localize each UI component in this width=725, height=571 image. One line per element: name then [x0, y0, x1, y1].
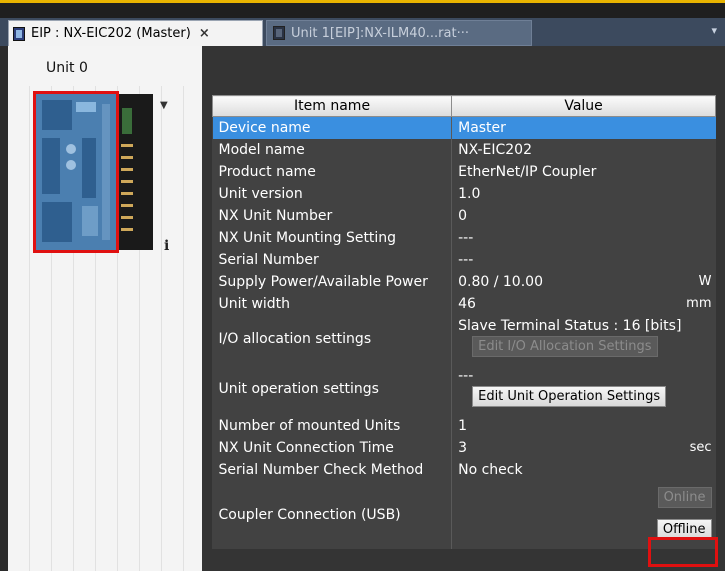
property-name: NX Unit Connection Time	[212, 437, 453, 459]
device-icon	[13, 26, 25, 41]
table-row[interactable]: NX Unit Mounting Setting ---	[212, 227, 716, 249]
property-name: Coupler Connection (USB)	[212, 481, 453, 549]
table-row[interactable]: I/O allocation settings Slave Terminal S…	[212, 315, 716, 363]
table-row[interactable]: Model name NX-EIC202	[212, 139, 716, 161]
info-icon[interactable]: i	[164, 238, 169, 254]
property-name: Serial Number Check Method	[212, 459, 453, 481]
table-row[interactable]: NX Unit Connection Time 3 sec	[212, 437, 716, 459]
table-row[interactable]: Number of mounted Units 1	[212, 415, 716, 437]
editor-tab-bar: EIP : NX-EIC202 (Master) × Unit 1[EIP]:N…	[0, 18, 725, 46]
property-value: ---	[458, 229, 474, 246]
property-name: NX Unit Mounting Setting	[212, 227, 453, 249]
table-row[interactable]: Device name Master	[212, 116, 716, 139]
table-row[interactable]: Supply Power/Available Power 0.80 / 10.0…	[212, 271, 716, 293]
unit-suffix: W	[698, 274, 712, 289]
property-name: Product name	[212, 161, 453, 183]
table-row[interactable]: Coupler Connection (USB) Online Offline	[212, 481, 716, 549]
property-table: Item name Value Device name Master Model…	[211, 95, 716, 549]
property-value: NX-EIC202	[458, 141, 532, 158]
property-value: Slave Terminal Status : 16 [bits] Edit I…	[452, 315, 716, 363]
property-value-text: ---	[458, 368, 474, 384]
tab-overflow-icon[interactable]: ▾	[711, 24, 717, 37]
edit-unit-operation-button[interactable]: Edit Unit Operation Settings	[472, 386, 667, 407]
property-value: 3 sec	[452, 437, 716, 459]
property-name: Unit width	[212, 293, 453, 315]
property-value: ---	[458, 251, 474, 268]
property-value-text: 0.80 / 10.00	[458, 273, 543, 290]
table-row[interactable]: Serial Number Check Method No check	[212, 459, 716, 481]
property-value: 46 mm	[452, 293, 716, 315]
table-row[interactable]: Unit version 1.0	[212, 183, 716, 205]
property-name: Unit operation settings	[212, 363, 453, 415]
property-value: 0	[458, 207, 468, 224]
property-name: Number of mounted Units	[212, 415, 453, 437]
unit-suffix: mm	[686, 296, 712, 311]
property-name: NX Unit Number	[212, 205, 453, 227]
table-row[interactable]: NX Unit Number 0	[212, 205, 716, 227]
property-name: Unit version	[212, 183, 453, 205]
column-header-item-name[interactable]: Item name	[211, 95, 453, 117]
table-row[interactable]: Product name EtherNet/IP Coupler	[212, 161, 716, 183]
close-icon[interactable]: ×	[199, 26, 210, 41]
property-value[interactable]: Master	[451, 116, 716, 139]
column-header-value[interactable]: Value	[451, 95, 716, 117]
property-name: Model name	[212, 139, 453, 161]
online-button[interactable]: Online	[657, 487, 712, 508]
table-row[interactable]: Unit operation settings --- Edit Unit Op…	[212, 363, 716, 415]
property-name: Device name	[212, 116, 453, 139]
property-value: 1	[458, 417, 468, 434]
property-value-text: 3	[458, 439, 468, 456]
property-name: I/O allocation settings	[212, 315, 453, 363]
unit-suffix: sec	[689, 440, 712, 455]
property-value-text: 46	[458, 295, 476, 312]
offline-button-highlight	[648, 537, 718, 567]
window-top-strip	[0, 0, 725, 18]
table-row[interactable]: Unit width 46 mm	[212, 293, 716, 315]
tab-eip-master[interactable]: EIP : NX-EIC202 (Master) ×	[8, 20, 263, 46]
tab-label: Unit 1[EIP]:NX-ILM40...rat···	[291, 25, 469, 41]
tab-unit-1[interactable]: Unit 1[EIP]:NX-ILM40...rat···	[266, 20, 532, 46]
property-value: 0.80 / 10.00 W	[452, 271, 716, 293]
tab-label: EIP : NX-EIC202 (Master)	[31, 26, 191, 41]
property-value: 1.0	[458, 185, 481, 202]
property-value-text: Slave Terminal Status : 16 [bits]	[458, 318, 682, 334]
chevron-down-icon[interactable]: ▼	[160, 100, 168, 111]
device-icon	[273, 26, 285, 40]
edit-io-allocation-button[interactable]: Edit I/O Allocation Settings	[472, 336, 658, 357]
coupler-selection-highlight	[33, 91, 119, 253]
io-unit-image[interactable]	[117, 94, 153, 250]
property-value: EtherNet/IP Coupler	[458, 163, 597, 180]
property-name: Supply Power/Available Power	[212, 271, 453, 293]
property-value: --- Edit Unit Operation Settings	[452, 363, 716, 415]
table-row[interactable]: Serial Number ---	[212, 249, 716, 271]
property-value[interactable]: No check	[452, 459, 716, 481]
property-name: Serial Number	[212, 249, 453, 271]
unit-number-label: Unit 0	[46, 60, 88, 76]
